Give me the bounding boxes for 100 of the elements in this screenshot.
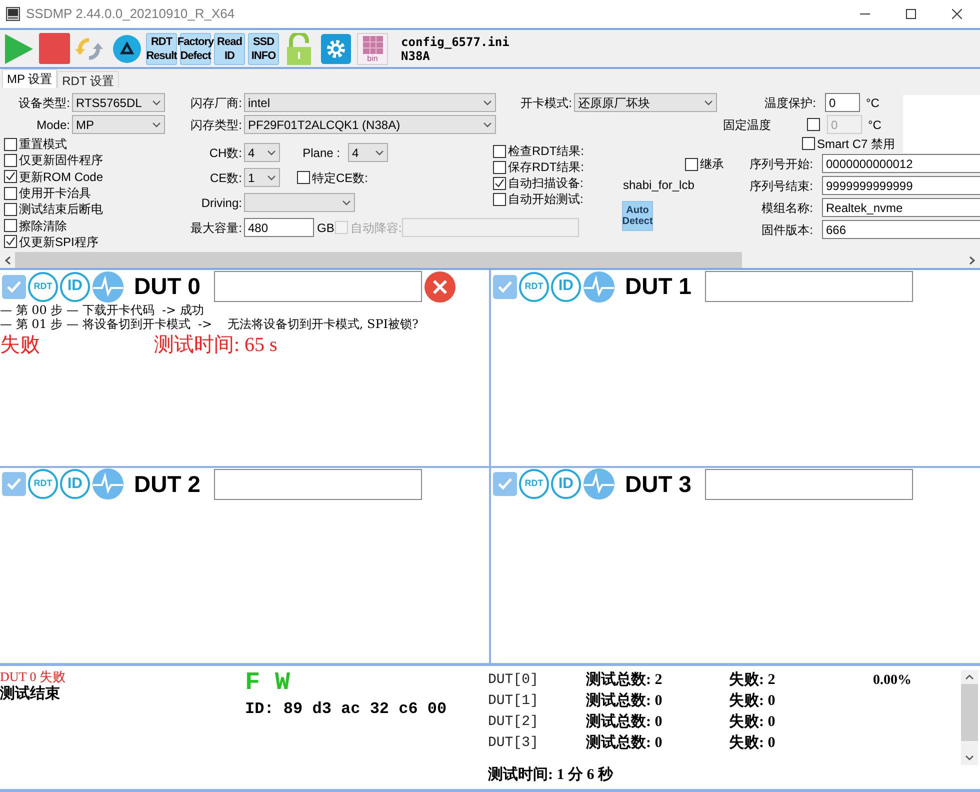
checkbox[interactable]	[4, 170, 17, 184]
checkbox-label: 检查RDT结果:	[508, 143, 584, 160]
checkbox[interactable]	[802, 137, 815, 150]
dut-title: DUT 1	[625, 272, 692, 302]
checkbox[interactable]	[4, 154, 17, 167]
input-field[interactable]	[402, 218, 579, 237]
checkbox[interactable]	[2, 274, 26, 298]
tab[interactable]: RDT 设置	[57, 71, 119, 88]
checkbox[interactable]	[4, 202, 17, 216]
checkbox-label: 重置模式	[19, 136, 67, 154]
field-label: Mode:	[36, 116, 71, 134]
input-field[interactable]: Realtek_nvme	[822, 198, 980, 217]
close-icon[interactable]	[952, 9, 962, 19]
field-label: 模组名称:	[760, 200, 814, 216]
checkbox[interactable]	[2, 472, 26, 496]
dropdown[interactable]: RTS5765DL	[72, 93, 165, 112]
checkbox-label: 保存RDT结果:	[508, 159, 584, 176]
input-field[interactable]: 480	[244, 218, 314, 237]
checkbox[interactable]	[4, 138, 17, 151]
stop-button[interactable]	[38, 32, 70, 64]
toolbar-button[interactable]: RDT Result	[146, 32, 177, 64]
checkbox[interactable]	[4, 186, 17, 200]
note-text: shabi_for_lcb	[623, 177, 694, 194]
test-time: 测试时间: 65 s	[154, 333, 278, 358]
scroll-down-icon[interactable]	[965, 755, 974, 761]
fail-count: 失败: 0	[729, 733, 776, 754]
tab[interactable]: MP 设置	[2, 69, 58, 88]
toolbar-button[interactable]: SSD INFO	[248, 32, 279, 64]
window-title: SSDMP 2.44.0.0_20210910_R_X64	[26, 5, 235, 24]
total-count: 测试总数: 0	[586, 733, 664, 754]
checkbox-label: 自动开始测试:	[508, 191, 584, 208]
checkbox[interactable]	[4, 219, 17, 232]
dut-title: DUT 0	[134, 272, 202, 302]
dropdown[interactable]: MP	[72, 115, 165, 134]
field-label: 闪存厂商:	[190, 94, 243, 112]
dut-title: DUT 2	[134, 470, 202, 499]
unit-label: GB	[317, 220, 334, 236]
scroll-right-icon[interactable]	[969, 256, 976, 264]
field-label: 温度保护:	[764, 94, 817, 112]
log-line: — 第 00 步 — 下载开卡代码 -> 成功	[0, 303, 205, 317]
settings-button[interactable]	[320, 32, 352, 64]
dropdown[interactable]: 1	[244, 168, 280, 187]
checkbox[interactable]	[493, 160, 506, 174]
dropdown[interactable]: 4	[348, 143, 388, 162]
toolbar-button[interactable]: Read ID	[214, 32, 245, 64]
checkbox[interactable]	[685, 158, 698, 170]
checkbox-label: 自动降容:	[350, 220, 402, 236]
input-field[interactable]: 0000000000012	[822, 154, 980, 173]
log-line: DUT 0 失败	[0, 668, 66, 685]
scroll-up-icon[interactable]	[965, 674, 974, 680]
dropdown[interactable]: PF29F01T2ALCQK1 (N38A)	[244, 115, 496, 134]
checkmark-icon	[497, 476, 513, 492]
grid-icon	[362, 36, 382, 54]
checkbox[interactable]	[4, 235, 17, 248]
checkbox[interactable]	[297, 171, 310, 184]
field-label: 开卡模式:	[520, 94, 573, 112]
flash-name: N38A	[401, 48, 430, 62]
scroll-left-icon[interactable]	[4, 256, 11, 264]
bin-file-button[interactable]: bin	[357, 32, 388, 64]
input-field[interactable]: 9999999999999	[822, 176, 980, 195]
log-line: 测试结束	[0, 685, 61, 702]
fail-count: 失败: 0	[729, 691, 776, 712]
auto-detect-button[interactable]: Auto Detect	[622, 201, 653, 231]
dut-label: DUT[0]	[488, 671, 540, 690]
chevron-down-icon	[152, 100, 161, 106]
input-field[interactable]	[214, 468, 422, 500]
field-label: Driving:	[200, 194, 243, 212]
fail-count: 失败: 0	[729, 712, 776, 732]
dropdown[interactable]: 4	[244, 143, 280, 162]
config-file-name: config_6577.ini	[401, 34, 510, 48]
input-field[interactable]	[705, 271, 913, 302]
dropdown[interactable]: intel	[244, 93, 496, 112]
field-label: 最大容量:	[190, 220, 243, 236]
chip-id: ID: 89 d3 ac 32 c6 00	[245, 699, 448, 720]
input-field[interactable]	[214, 271, 422, 302]
checkbox[interactable]	[493, 274, 517, 298]
checkbox[interactable]	[493, 472, 517, 496]
checkbox-label: 特定CE数:	[312, 170, 368, 186]
status-flags: F W	[245, 668, 292, 698]
chevron-down-icon	[483, 100, 492, 106]
input-field[interactable]: 666	[822, 220, 980, 239]
chevron-down-icon	[267, 150, 276, 156]
checkbox[interactable]	[493, 176, 506, 190]
dut-label: DUT[1]	[488, 692, 540, 711]
field-label: 序列号开始:	[748, 156, 814, 172]
checkbox-label: 仅更新SPI程序	[19, 234, 98, 251]
checkbox[interactable]	[493, 192, 506, 206]
total-time: 测试时间: 1 分 6 秒	[488, 765, 614, 785]
scrollbar-thumb[interactable]	[961, 684, 978, 741]
input-field[interactable]: 0	[825, 93, 860, 112]
scrollbar-thumb[interactable]	[15, 252, 742, 268]
chevron-down-icon	[267, 174, 276, 180]
dropdown[interactable]: 还原原厂坏块	[574, 93, 717, 112]
checkbox[interactable]	[493, 144, 506, 158]
input-field[interactable]	[705, 468, 913, 500]
checkbox-label: Smart C7 禁用	[817, 136, 896, 152]
recycle-button[interactable]	[111, 32, 143, 64]
checkmark-icon	[6, 278, 22, 294]
maximize-icon[interactable]	[906, 9, 916, 19]
unit-label: °C	[868, 116, 882, 134]
